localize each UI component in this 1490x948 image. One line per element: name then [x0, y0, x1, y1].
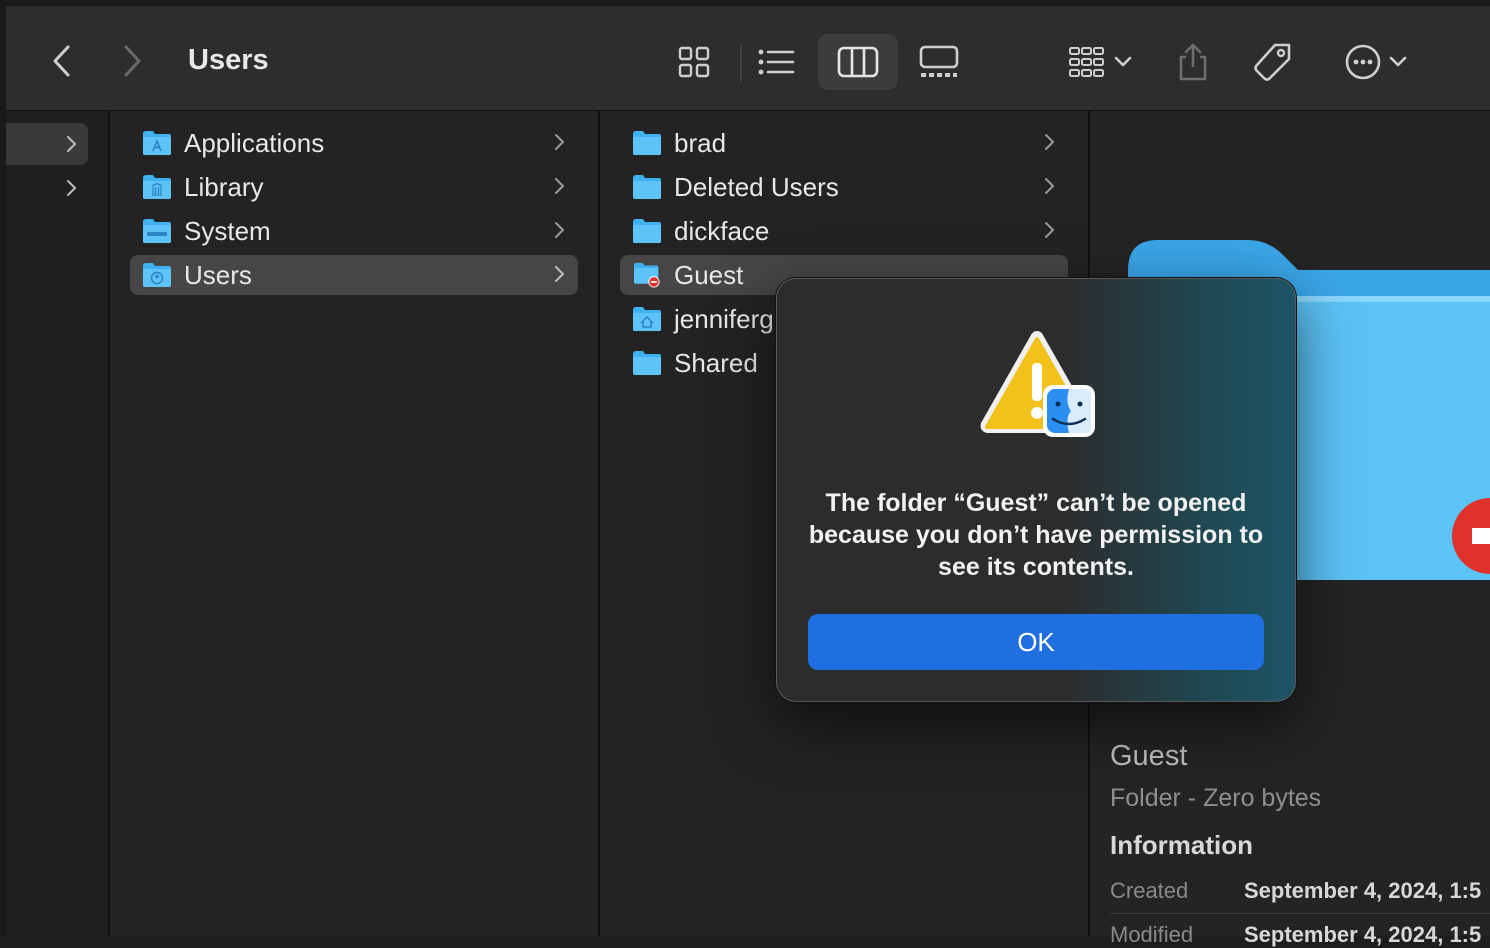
- modified-value: September 4, 2024, 1:5: [1244, 922, 1482, 947]
- column-parent: [6, 111, 110, 936]
- users-folder-icon: [143, 263, 171, 287]
- folder-icon: [633, 175, 661, 199]
- list-view-button[interactable]: [750, 34, 802, 90]
- folder-icon: [633, 219, 661, 243]
- created-value: September 4, 2024, 1:5: [1244, 878, 1482, 903]
- item-label: System: [184, 215, 271, 246]
- group-grid-icon: [1069, 47, 1104, 77]
- chevron-right-icon: [555, 266, 565, 282]
- list-item-dickface[interactable]: dickface: [620, 211, 1068, 251]
- ok-button[interactable]: OK: [808, 614, 1264, 670]
- finder-window: Users Applications Library System Users …: [0, 0, 1490, 947]
- permission-alert-dialog: The folder “Guest” can’t be opened becau…: [776, 278, 1296, 702]
- tag-icon: [1254, 43, 1291, 81]
- chevron-right-icon: [1045, 222, 1055, 238]
- library-folder-icon: [143, 175, 171, 199]
- column-view-button[interactable]: [818, 34, 898, 90]
- applications-folder-icon: [143, 131, 171, 155]
- folder-icon: [633, 131, 661, 155]
- chevron-right-icon: [1045, 134, 1055, 150]
- item-label: dickface: [674, 215, 770, 246]
- created-label: Created: [1110, 878, 1189, 903]
- columns-icon: [837, 46, 879, 78]
- item-label: Library: [184, 171, 264, 202]
- item-label: Shared: [674, 347, 758, 378]
- list-item-system[interactable]: System: [130, 211, 578, 251]
- restricted-folder-icon: [634, 262, 660, 288]
- system-folder-icon: [143, 219, 171, 243]
- group-by-button[interactable]: [1058, 34, 1142, 90]
- preview-info-heading: Information: [1110, 830, 1253, 860]
- list-item-deleted-users[interactable]: Deleted Users: [620, 167, 1068, 207]
- grid-icon: [678, 46, 710, 78]
- chevron-right-icon: [67, 180, 77, 196]
- list-item-brad[interactable]: brad: [620, 123, 1068, 163]
- toolbar-separator: [740, 44, 742, 82]
- chevron-down-icon: [1389, 56, 1407, 67]
- folder-icon: [633, 351, 661, 375]
- item-label: Deleted Users: [674, 171, 839, 202]
- item-label: jenniferg: [674, 303, 774, 334]
- list-item-library[interactable]: Library: [130, 167, 578, 207]
- chevron-down-icon: [1114, 56, 1132, 67]
- list-icon: [758, 49, 795, 75]
- divider: [1110, 913, 1490, 914]
- home-folder-icon: [633, 307, 661, 331]
- chevron-left-icon: [53, 45, 70, 77]
- window-title: Users: [188, 44, 269, 76]
- alert-message: The folder “Guest” can’t be opened becau…: [808, 489, 1264, 581]
- chevron-right-icon: [1045, 178, 1055, 194]
- tag-button[interactable]: [1248, 34, 1298, 90]
- ellipsis-circle-icon: [1345, 44, 1381, 80]
- chevron-right-icon: [555, 178, 565, 194]
- chevron-right-icon: [67, 136, 77, 152]
- share-icon: [1179, 43, 1207, 81]
- item-label: Users: [184, 259, 252, 290]
- chevron-right-icon: [555, 134, 565, 150]
- chevron-right-icon: [124, 45, 141, 77]
- list-item-users[interactable]: Users: [130, 255, 578, 295]
- chevron-right-icon: [555, 222, 565, 238]
- column-root: Applications Library System Users: [110, 111, 600, 936]
- list-item-applications[interactable]: Applications: [130, 123, 578, 163]
- item-label: Guest: [674, 259, 744, 290]
- preview-kind: Folder - Zero bytes: [1110, 784, 1322, 812]
- gallery-icon: [919, 45, 959, 77]
- back-button[interactable]: [42, 36, 82, 86]
- more-actions-button[interactable]: [1334, 34, 1418, 90]
- toolbar: Users: [6, 6, 1490, 111]
- item-label: brad: [674, 127, 727, 158]
- share-button[interactable]: [1170, 34, 1216, 90]
- forward-button[interactable]: [112, 36, 152, 86]
- modified-label: Modified: [1110, 922, 1194, 947]
- warning-finder-icon: [980, 331, 1095, 437]
- preview-name: Guest: [1110, 740, 1188, 772]
- icon-view-button[interactable]: [668, 34, 720, 90]
- gallery-view-button[interactable]: [912, 34, 966, 90]
- item-label: Applications: [184, 127, 325, 158]
